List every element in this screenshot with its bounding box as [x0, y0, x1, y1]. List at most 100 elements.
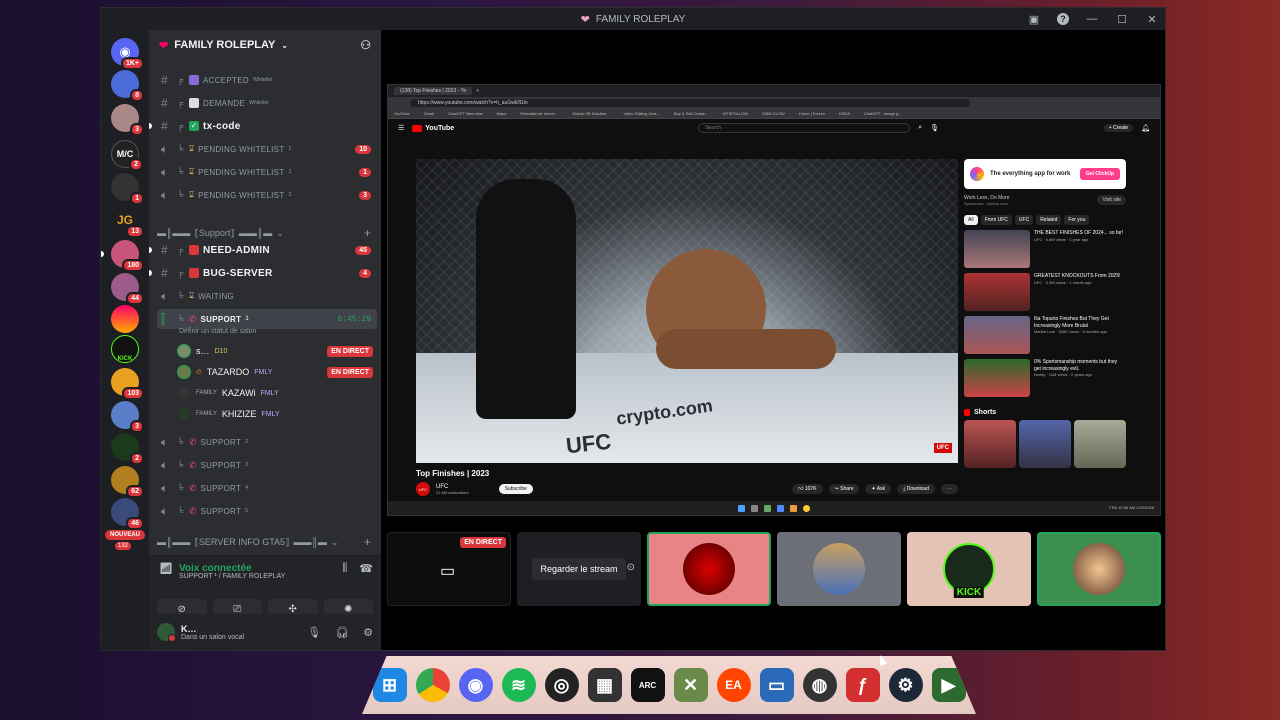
spotify-icon[interactable]: ≋	[501, 668, 536, 702]
discord-home-icon[interactable]: ◉ 1K+	[111, 38, 144, 70]
avatar[interactable]	[157, 623, 176, 642]
youtube-logo[interactable]: YouTube	[412, 124, 454, 132]
recommended-video[interactable]: 0% Sportsmanship moments but they get in…	[964, 359, 1126, 397]
bookmark[interactable]: KREA	[839, 111, 850, 116]
add-channel-icon[interactable]: +	[364, 226, 371, 240]
server-icon[interactable]: 103	[111, 368, 144, 400]
voice-channel[interactable]: 🔈︎ ╘ ✆ SUPPORT 3	[157, 455, 377, 475]
subscribe-button[interactable]: Subscribe	[498, 484, 533, 494]
bookmark[interactable]: Maps	[497, 111, 507, 116]
voice-channel[interactable]: 🔈︎ ╘ ✆ SUPPORT 5	[157, 501, 377, 521]
new-tab-icon[interactable]: +	[476, 88, 479, 94]
channel-item[interactable]: # ╒ ACCEPTED Whitelist	[157, 70, 377, 90]
user-tile[interactable]	[647, 532, 771, 606]
game-app-icon[interactable]: ▦	[587, 668, 622, 702]
bookmark[interactable]: ChatGPT - image g...	[864, 111, 902, 116]
stream-tile[interactable]: EN DIRECT ▭	[387, 532, 511, 606]
ea-icon[interactable]: EA	[716, 668, 751, 702]
minimize-button[interactable]: —	[1085, 13, 1099, 25]
channel-item[interactable]: # ╒ ✓ tx-code	[149, 116, 377, 136]
headphones-icon[interactable]: 🎧︎	[335, 626, 349, 639]
server-icon[interactable]: JG 13	[111, 206, 144, 238]
voice-channel[interactable]: 🔈︎ ╘ ✆ SUPPORT 4	[157, 478, 377, 498]
maximize-button[interactable]: ☐	[1115, 13, 1129, 26]
bookmark[interactable]: SMM GLOW	[762, 111, 785, 116]
category-info[interactable]: ▬║▬▬ ⟦SERVER INFO GTA5⟧ ▬▬║▬ ⌄ +	[157, 535, 377, 549]
bookmark[interactable]: Buy & Sell Online...	[674, 111, 708, 116]
recommended-video[interactable]: Ilia Topuria Finishes But They Get Incre…	[964, 316, 1126, 354]
like-button[interactable]: 👍︎ 107K	[792, 484, 823, 494]
kick-server-icon[interactable]: KICK	[111, 335, 139, 363]
server-icon[interactable]: 3	[111, 401, 144, 433]
channel-item[interactable]: # ╒ BUG-SERVER 4	[149, 263, 377, 283]
menu-icon[interactable]: ☰	[398, 124, 404, 132]
invite-icon[interactable]: ⚇	[360, 38, 371, 52]
microphone-icon[interactable]: 🎙︎	[307, 626, 321, 639]
channel-avatar[interactable]: UFC	[416, 482, 430, 496]
steam-icon[interactable]: ⚙	[888, 668, 923, 702]
voice-channel[interactable]: 🔈︎ ╘ ✆ SUPPORT 2	[157, 432, 377, 452]
server-icon[interactable]: 8	[111, 70, 144, 102]
bookmark[interactable]: Gmail	[424, 111, 434, 116]
video-player[interactable]: crypto.com UFC UFC	[416, 159, 958, 463]
bookmark[interactable]: Global HR Solution...	[572, 111, 609, 116]
channel-item[interactable]: # ╒ DEMANDE Whitelist	[157, 93, 377, 113]
recommended-video[interactable]: GREATEST KNOCKOUTS From 2025! UFC · 3.3M …	[964, 273, 1126, 311]
add-channel-icon[interactable]: +	[364, 535, 371, 549]
bookmark[interactable]: ChatGPT New chat	[448, 111, 482, 116]
chip[interactable]: UFC	[1014, 215, 1034, 225]
youtube-search-input[interactable]: Search	[698, 123, 911, 133]
recommended-video[interactable]: THE BEST FINISHES OF 2024... so far! UFC …	[964, 230, 1126, 268]
bookmark[interactable]: VITSFOLLOW	[722, 111, 748, 116]
bell-icon[interactable]: 🔔︎	[1141, 124, 1150, 132]
category-support[interactable]: ▬║▬▬ ⟦Support⟧ ▬▬║▬ ⌄ +	[157, 226, 377, 240]
gta-icon[interactable]: ◍	[802, 668, 837, 702]
url-field[interactable]: https://www.youtube.com/watch?v=h_auGwEf…	[410, 99, 970, 107]
obs-icon[interactable]: ◎	[544, 668, 579, 702]
server-icon[interactable]: 2	[111, 433, 144, 465]
server-icon[interactable]: M/C 2	[111, 140, 143, 171]
user-tile[interactable]	[777, 532, 901, 606]
server-icon[interactable]: 46	[111, 498, 144, 530]
short-thumbnail[interactable]	[1019, 420, 1071, 468]
voice-user[interactable]: FAMILY KAZAWi FMLY	[177, 383, 377, 403]
remote-desktop-icon[interactable]: ▭	[759, 668, 794, 702]
nvidia-icon[interactable]: ▶	[931, 668, 966, 702]
bookmark[interactable]: YouTube	[394, 111, 410, 116]
help-icon[interactable]: ?	[1057, 13, 1069, 25]
user-tile[interactable]	[1037, 532, 1161, 606]
noise-suppression-icon[interactable]: ⫼	[342, 562, 347, 575]
xbox-icon[interactable]: ✕	[673, 668, 708, 702]
discord-icon[interactable]: ◉	[458, 668, 493, 702]
server-icon[interactable]: 3	[111, 104, 144, 136]
chip[interactable]: For you	[1064, 215, 1090, 225]
user-tile[interactable]: KICK	[907, 532, 1031, 606]
watch-stream-button[interactable]: Regarder le stream	[532, 558, 626, 580]
close-button[interactable]: ✕	[1145, 13, 1159, 26]
short-thumbnail[interactable]	[1074, 420, 1126, 468]
bookmark[interactable]: Home | Forkex	[799, 111, 825, 116]
server-icon[interactable]: 44	[111, 273, 144, 305]
channel-item[interactable]: 🔈︎ ╘ ⌛︎ PENDING WHITELIST 3 3	[157, 185, 377, 205]
ask-button[interactable]: ✦ Ask	[865, 484, 892, 494]
share-button[interactable]: ↪ Share	[828, 484, 860, 494]
more-icon[interactable]: ⋯	[941, 484, 958, 494]
voice-user[interactable]: s… D10 EN DIRECT	[177, 341, 377, 361]
channel-item[interactable]: 🔈︎ ╘ ⌛︎ WAITING	[157, 286, 377, 306]
fivem-icon[interactable]: ƒ	[845, 668, 880, 702]
download-button[interactable]: ⤓ Download	[897, 484, 935, 494]
visit-site-button[interactable]: Visit site	[1097, 195, 1126, 205]
server-icon[interactable]: 62	[111, 466, 144, 498]
popout-icon[interactable]: ⊙	[627, 562, 635, 573]
mic-icon[interactable]: 🎙︎	[930, 124, 939, 132]
bookmark[interactable]: Video Editing Jobs...	[624, 111, 660, 116]
ad-banner[interactable]: The everything app for work Get ClickUp	[964, 159, 1126, 189]
search-icon[interactable]: ⌕	[918, 124, 922, 132]
create-button[interactable]: + Create	[1103, 124, 1134, 132]
gear-icon[interactable]: ⚙	[363, 626, 373, 639]
server-icon[interactable]: 180	[101, 240, 144, 272]
arc-raiders-icon[interactable]: ARC	[630, 668, 665, 702]
chip[interactable]: All	[964, 215, 978, 225]
server-icon[interactable]: 1	[111, 173, 144, 205]
voice-channel-active[interactable]: ⫿ ╘ ✆ SUPPORT 1 6:45:29	[157, 309, 377, 329]
